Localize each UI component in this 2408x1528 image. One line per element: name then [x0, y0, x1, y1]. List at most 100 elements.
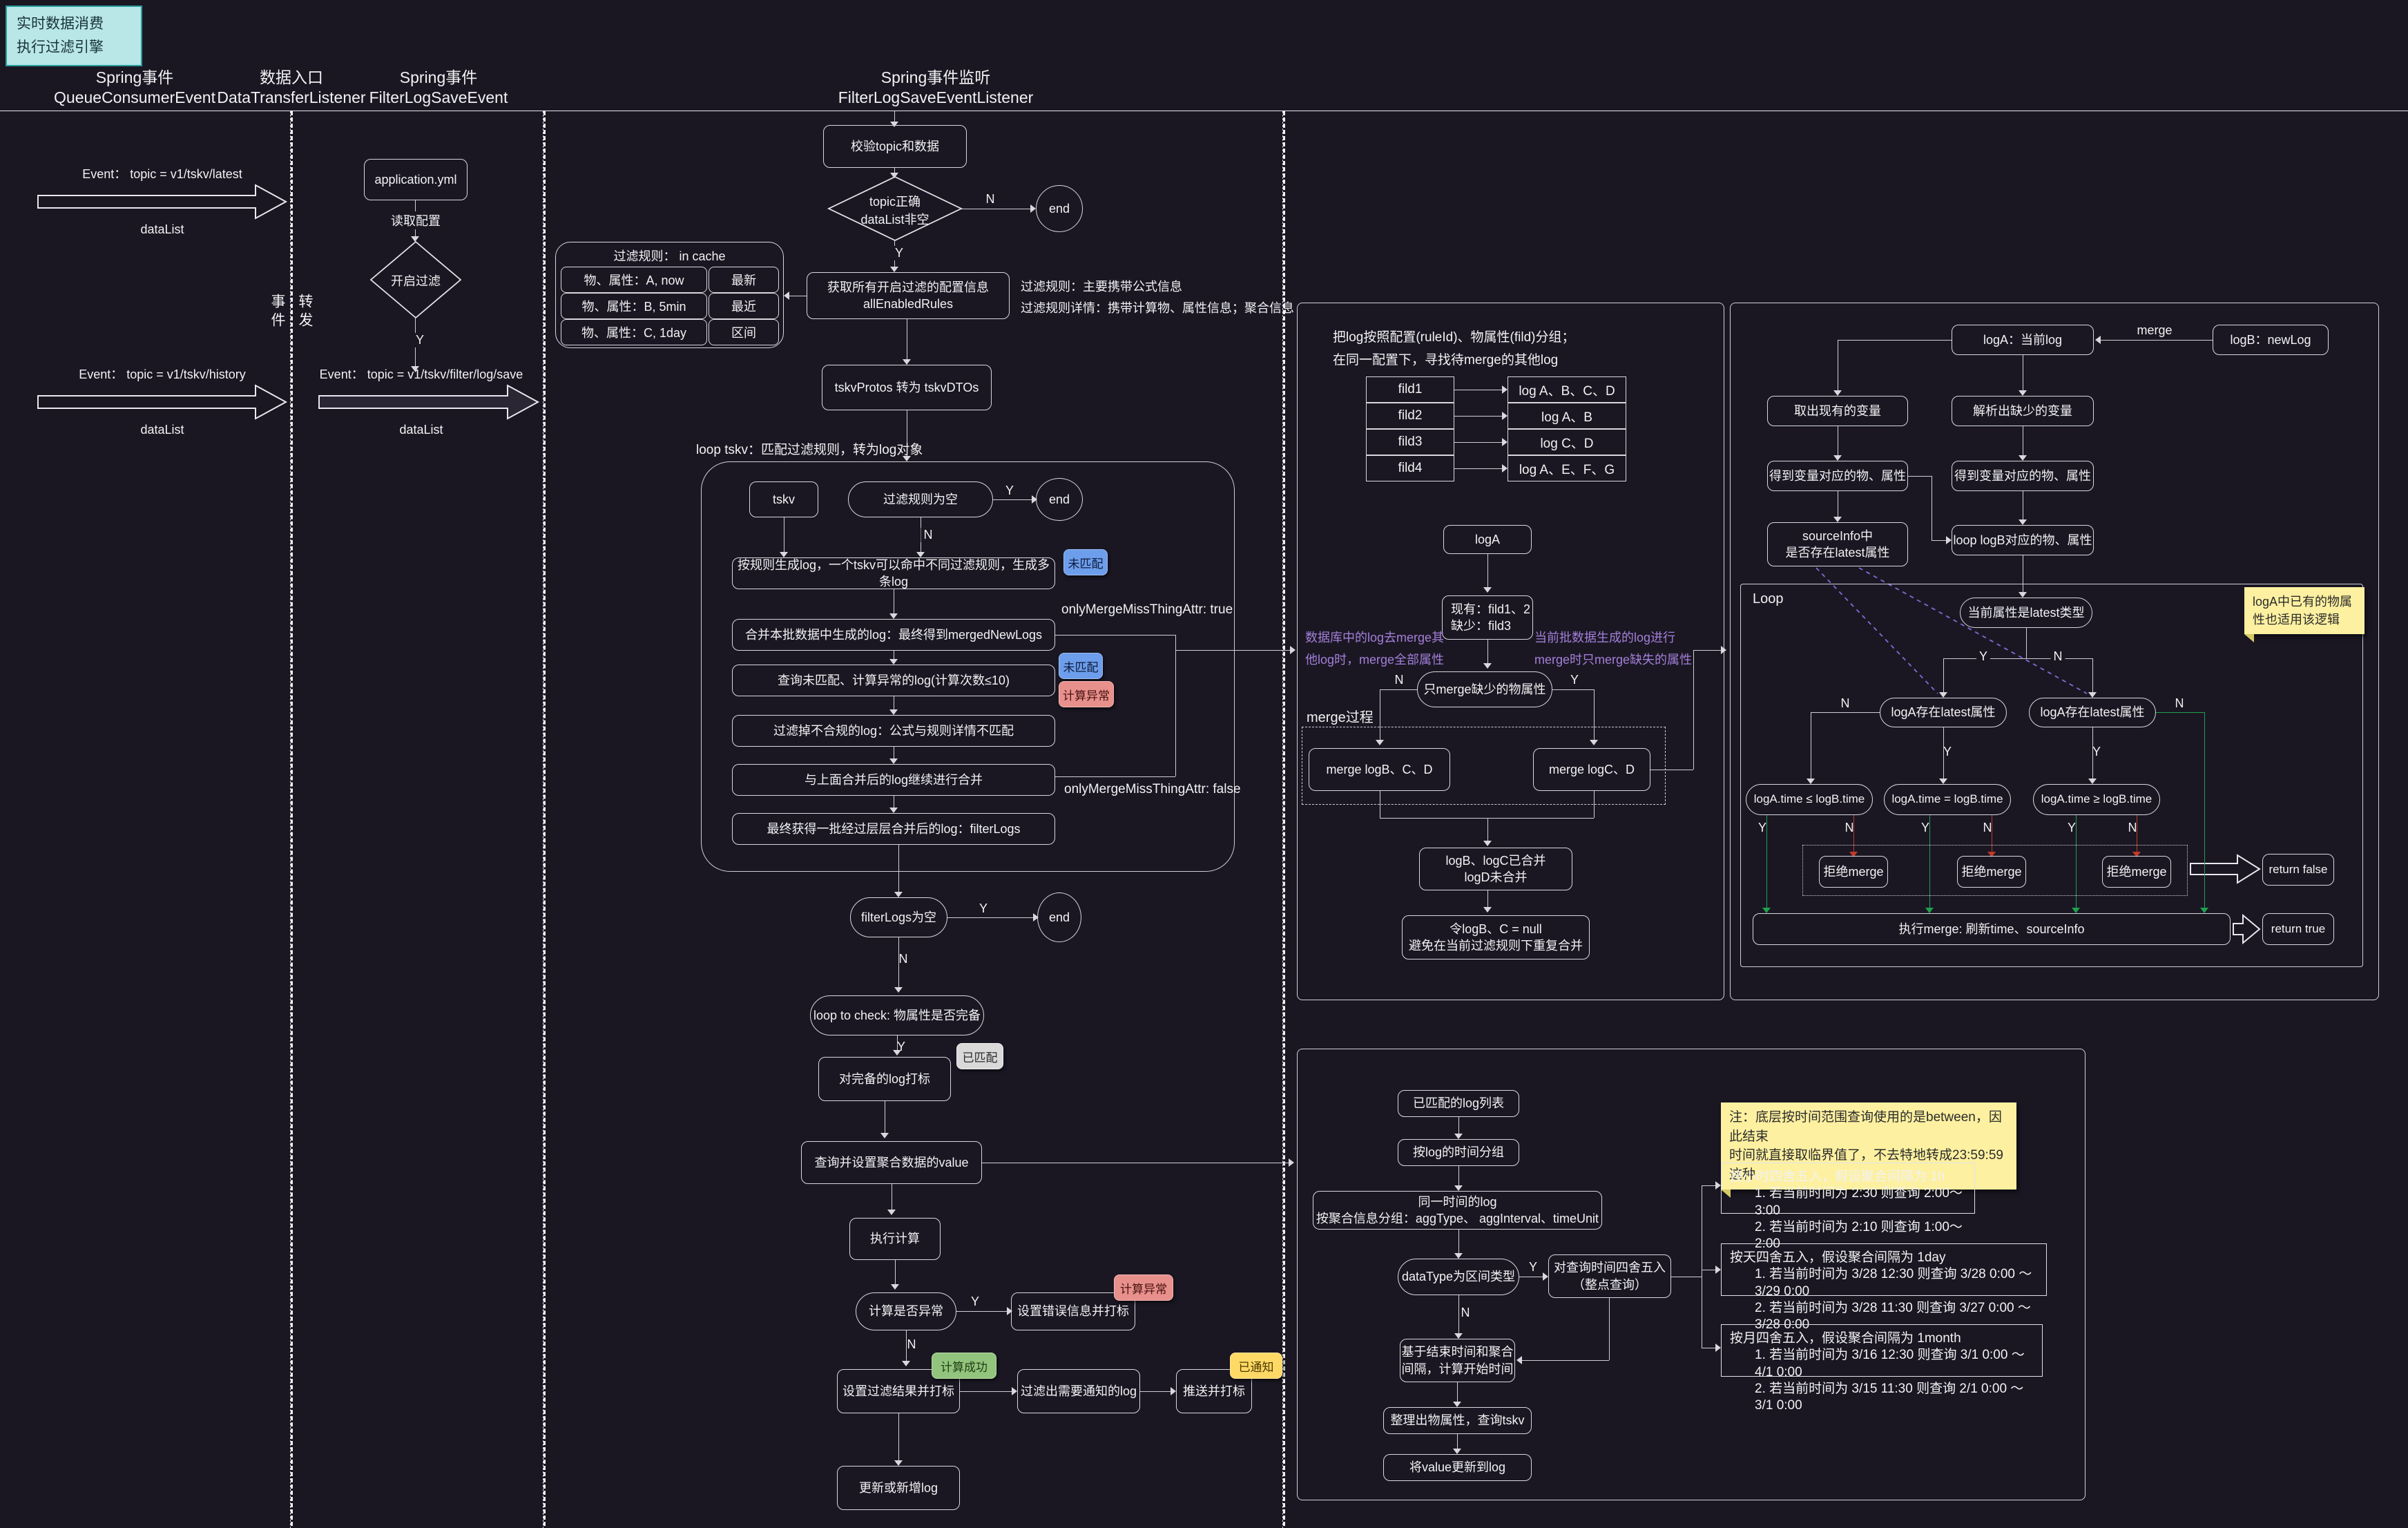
collect-query-node[interactable]: 整理出物属性，查询tskv	[1383, 1407, 1532, 1434]
merge-missing-cond[interactable]: 只merge缺少的物属性	[1417, 671, 1552, 707]
reject-merge-node[interactable]: 拒绝merge	[1819, 856, 1888, 888]
arrowhead	[887, 1210, 896, 1215]
reject-merge-node[interactable]: 拒绝merge	[2102, 856, 2171, 888]
map-attrs-left-node[interactable]: 得到变量对应的物、属性	[1767, 461, 1908, 491]
check-topic-node[interactable]: 校验topic和数据	[823, 125, 967, 168]
reject-merge-node[interactable]: 拒绝merge	[1957, 856, 2026, 888]
loop-logb-attrs-node[interactable]: loop logB对应的物、属性	[1952, 525, 2094, 555]
arrowhead	[1833, 517, 1842, 522]
merge-result-node[interactable]: logB、logC已合并 logD未合并	[1419, 848, 1572, 890]
cmp-ge-cond[interactable]: logA.time ≥ logB.time	[2033, 784, 2160, 815]
example-month-box[interactable]: 按月四舍五入，假设聚合间隔为 1month 1. 若当前时间为 3/16 12:…	[1721, 1324, 2043, 1377]
arrowhead	[891, 1284, 899, 1290]
tskv-node[interactable]: tskv	[749, 481, 818, 517]
arrowhead-green	[1762, 908, 1771, 913]
badge-calc-error-2[interactable]: 计算异常	[1114, 1274, 1173, 1301]
group-by-time-node[interactable]: 按log的时间分组	[1398, 1139, 1519, 1166]
parse-missing-node[interactable]: 解析出缺少的变量	[1952, 396, 2094, 426]
conn-green	[1766, 815, 1767, 908]
badge-unmatched[interactable]: 未匹配	[1063, 549, 1108, 575]
final-logs-node[interactable]: 最终获得一批经过层层合并后的log：filterLogs	[732, 813, 1055, 845]
conn	[1594, 791, 1595, 818]
arrowhead	[1453, 1449, 1461, 1454]
merge-new-logs-node[interactable]: 合并本批数据中生成的log：最终得到mergedNewLogs	[732, 619, 1055, 651]
calc-start-node[interactable]: 基于结束时间和聚合 间隔，计算开始时间	[1400, 1339, 1515, 1382]
end-node-1[interactable]: end	[1036, 185, 1083, 232]
merge-missing-node[interactable]: merge logC、D	[1533, 748, 1650, 791]
loga-node[interactable]: logA	[1443, 525, 1532, 554]
has-latest-right-cond[interactable]: logA存在latest属性	[2029, 698, 2156, 727]
rules-empty-cond[interactable]: 过滤规则为空	[848, 481, 993, 517]
loop-check-cond[interactable]: loop to check: 物属性是否完备	[810, 995, 984, 1035]
fild-state-node[interactable]: 现有：fild1、2 缺少：fild3	[1442, 595, 1533, 640]
gen-log-node[interactable]: 按规则生成log，一个tskv可以命中不同过滤规则，生成多条log	[732, 557, 1055, 589]
badge-matched[interactable]: 已匹配	[956, 1043, 1003, 1069]
run-calc-node[interactable]: 执行计算	[849, 1218, 941, 1260]
do-merge-node[interactable]: 执行merge: 刷新time、sourceInfo	[1753, 913, 2231, 945]
return-true-node[interactable]: return true	[2262, 913, 2334, 945]
arrowhead	[894, 1460, 903, 1466]
end-node-2[interactable]: end	[1036, 478, 1083, 521]
has-latest-left-cond[interactable]: logA存在latest属性	[1880, 698, 2007, 727]
set-agg-value-node[interactable]: 查询并设置聚合数据的value	[801, 1141, 982, 1184]
arrowhead	[889, 659, 898, 665]
update-value-node[interactable]: 将value更新到log	[1383, 1454, 1532, 1481]
filterlogs-empty-cond[interactable]: filterLogs为空	[850, 897, 947, 937]
conn	[1458, 1166, 1459, 1185]
badge-notified[interactable]: 已通知	[1230, 1353, 1282, 1379]
arrowhead	[889, 613, 898, 619]
take-existing-node[interactable]: 取出现有的变量	[1767, 396, 1908, 426]
query-unmatched-node[interactable]: 查询未匹配、计算异常的log(计算次数≤10)	[732, 665, 1055, 696]
round-time-node[interactable]: 对查询时间四舍五入 （整点查询）	[1548, 1254, 1671, 1298]
arrowhead	[1030, 204, 1036, 213]
merge-continue-node[interactable]: 与上面合并后的log继续进行合并	[732, 764, 1055, 796]
datatype-no: N	[1458, 1306, 1473, 1320]
badge-calc-error[interactable]: 计算异常	[1059, 681, 1114, 707]
conn	[1908, 476, 1932, 477]
convert-dto-node[interactable]: tskvProtos 转为 tskvDTOs	[822, 365, 992, 410]
arrowhead	[411, 236, 419, 242]
application-yml-node[interactable]: application.yml	[364, 159, 468, 200]
diagram-canvas: 实时数据消费 执行过滤引擎 Spring事件QueueConsumerEvent…	[0, 0, 2408, 1528]
has-latest-right-no: N	[2173, 696, 2187, 711]
conn	[1487, 640, 1488, 666]
example-hour-box[interactable]: 按小时四舍五入，假设聚合间隔为 1h 1. 若当前时间为 2:30 则查询 2:…	[1721, 1163, 1975, 1214]
badge-calc-ok[interactable]: 计算成功	[932, 1353, 996, 1379]
logb-new-node[interactable]: logB：newLog	[2213, 325, 2329, 355]
loop-box	[1740, 584, 2363, 967]
group-by-agg-node[interactable]: 同一时间的log 按聚合信息分组：aggType、 aggInterval、ti…	[1313, 1191, 1602, 1230]
loop-sticky-note[interactable]: logA中已有的物属 性也适用该逻辑	[2244, 587, 2364, 634]
cmp-le-cond[interactable]: logA.time ≤ logB.time	[1746, 784, 1873, 815]
arrowhead	[1502, 464, 1508, 472]
cmp-eq-cond[interactable]: logA.time = logB.time	[1884, 784, 2011, 815]
conn	[895, 1260, 896, 1287]
badge-unmatched-2[interactable]: 未匹配	[1059, 653, 1103, 679]
event-arrow-filter-save	[319, 385, 538, 419]
example-day-box[interactable]: 按天四舍五入，假设聚合间隔为 1day 1. 若当前时间为 3/28 12:30…	[1721, 1243, 2047, 1296]
end-node-3[interactable]: end	[1037, 892, 1081, 942]
arrowhead	[880, 1133, 889, 1138]
merge-all-node[interactable]: merge logB、C、D	[1309, 748, 1450, 791]
mark-complete-node[interactable]: 对完备的log打标	[818, 1057, 951, 1101]
conn	[906, 1330, 907, 1364]
datatype-range-cond[interactable]: dataType为区间类型	[1398, 1259, 1519, 1295]
conn	[1943, 727, 1944, 779]
arrowhead	[894, 892, 903, 897]
null-logs-node[interactable]: 令logB、C = null 避免在当前过滤规则下重复合并	[1402, 915, 1590, 959]
arrowhead	[1715, 1266, 1721, 1274]
calc-error-cond[interactable]: 计算是否异常	[856, 1292, 956, 1330]
loga-current-node[interactable]: logA：当前log	[1952, 325, 2094, 355]
sourceinfo-cond-node[interactable]: sourceInfo中 是否存在latest属性	[1767, 522, 1908, 566]
map-attrs-right-node[interactable]: 得到变量对应的物、属性	[1952, 461, 2094, 491]
matched-list-node[interactable]: 已匹配的log列表	[1398, 1090, 1519, 1117]
fetch-rules-node[interactable]: 获取所有开启过滤的配置信息 allEnabledRules	[807, 272, 1010, 319]
upsert-log-node[interactable]: 更新或新增log	[837, 1466, 960, 1510]
filter-invalid-node[interactable]: 过滤掉不合规的log：公式与规则详情不匹配	[732, 715, 1055, 747]
filter-notify-node[interactable]: 过滤出需要通知的log	[1017, 1369, 1140, 1413]
return-false-node[interactable]: return false	[2262, 854, 2334, 886]
conn	[1055, 776, 1175, 777]
cmp-eq-no: N	[1983, 821, 1992, 835]
rules-note: 过滤规则：主要携带公式信息过滤规则详情：携带计算物、属性信息；聚合信息	[1021, 276, 1294, 318]
is-latest-cond[interactable]: 当前属性是latest类型	[1960, 598, 2092, 628]
log-group-cell: log A、B	[1508, 403, 1626, 429]
